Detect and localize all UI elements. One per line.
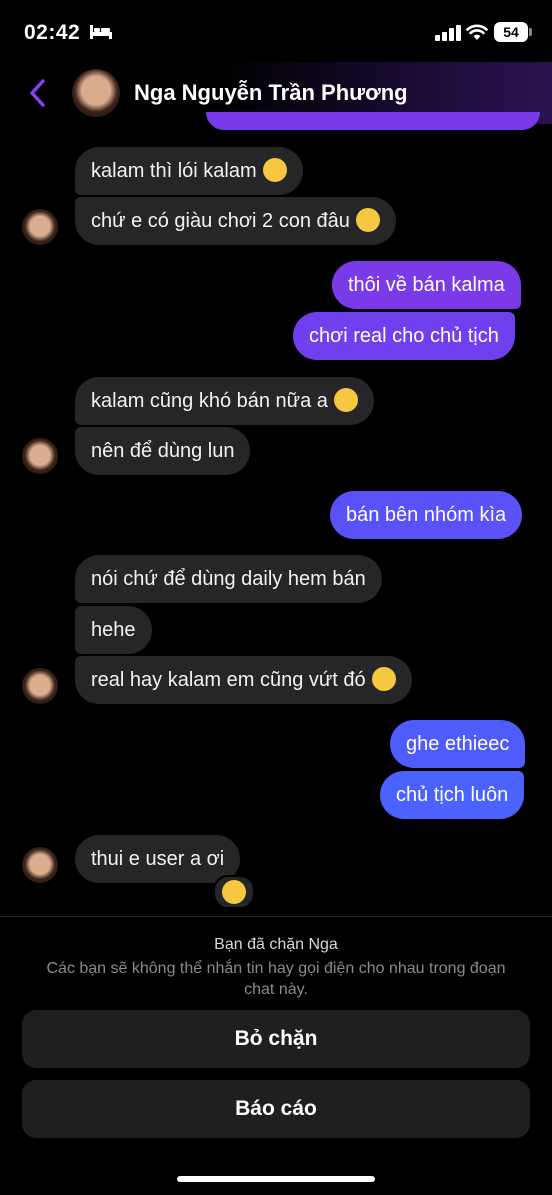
sleep-focus-icon [90, 25, 112, 39]
blocked-description: Các bạn sẽ không thể nhắn tin hay gọi đi… [46, 960, 506, 998]
incoming-message[interactable]: nói chứ để dùng daily hem bán [75, 555, 382, 603]
crying-face-emoji-icon [222, 880, 246, 904]
unblock-button[interactable]: Bỏ chặn [22, 1010, 530, 1068]
outgoing-message[interactable]: chơi real cho chủ tịch [293, 312, 515, 360]
message-reaction[interactable] [213, 875, 255, 909]
battery-tip [529, 28, 532, 36]
battery-indicator: 54 [494, 22, 528, 42]
incoming-message[interactable]: chứ e có giàu chơi 2 con đâu [75, 197, 396, 245]
contact-name[interactable]: Nga Nguyễn Trần Phương [134, 80, 408, 106]
outgoing-message[interactable]: ghe ethieec [390, 720, 526, 768]
incoming-message[interactable]: hehe [75, 606, 152, 654]
incoming-message[interactable]: kalam thì lói kalam [75, 147, 303, 195]
incoming-message[interactable]: nên để dùng lun [75, 427, 251, 475]
sender-avatar[interactable] [22, 668, 58, 704]
crying-face-emoji-icon [355, 207, 380, 232]
cellular-signal-icon [435, 25, 461, 41]
sender-avatar[interactable] [22, 847, 58, 883]
sender-avatar[interactable] [22, 209, 58, 245]
crying-face-emoji-icon [262, 157, 287, 182]
laughing-tears-emoji-icon [371, 666, 396, 691]
divider [0, 916, 552, 917]
contact-avatar[interactable] [72, 69, 120, 117]
outgoing-message[interactable]: bán bên nhóm kìa [330, 491, 523, 539]
incoming-message[interactable]: thui e user a ơi [75, 835, 241, 883]
sender-avatar[interactable] [22, 438, 58, 474]
wifi-icon [466, 24, 488, 40]
outgoing-message[interactable]: chủ tịch luôn [380, 771, 525, 819]
back-chevron-icon[interactable] [28, 78, 48, 108]
blocked-title: Bạn đã chặn Nga [214, 936, 338, 953]
status-time: 02:42 [24, 21, 81, 44]
report-button[interactable]: Báo cáo [22, 1080, 530, 1138]
incoming-message[interactable]: real hay kalam em cũng vứt đó [75, 656, 412, 704]
crying-face-emoji-icon [333, 387, 358, 412]
outgoing-message[interactable]: thôi về bán kalma [332, 261, 521, 309]
previous-outgoing-bubble [206, 112, 540, 130]
status-bar: 02:42 54 [0, 0, 552, 62]
incoming-message[interactable]: kalam cũng khó bán nữa a [75, 377, 374, 425]
home-indicator[interactable] [177, 1176, 375, 1182]
